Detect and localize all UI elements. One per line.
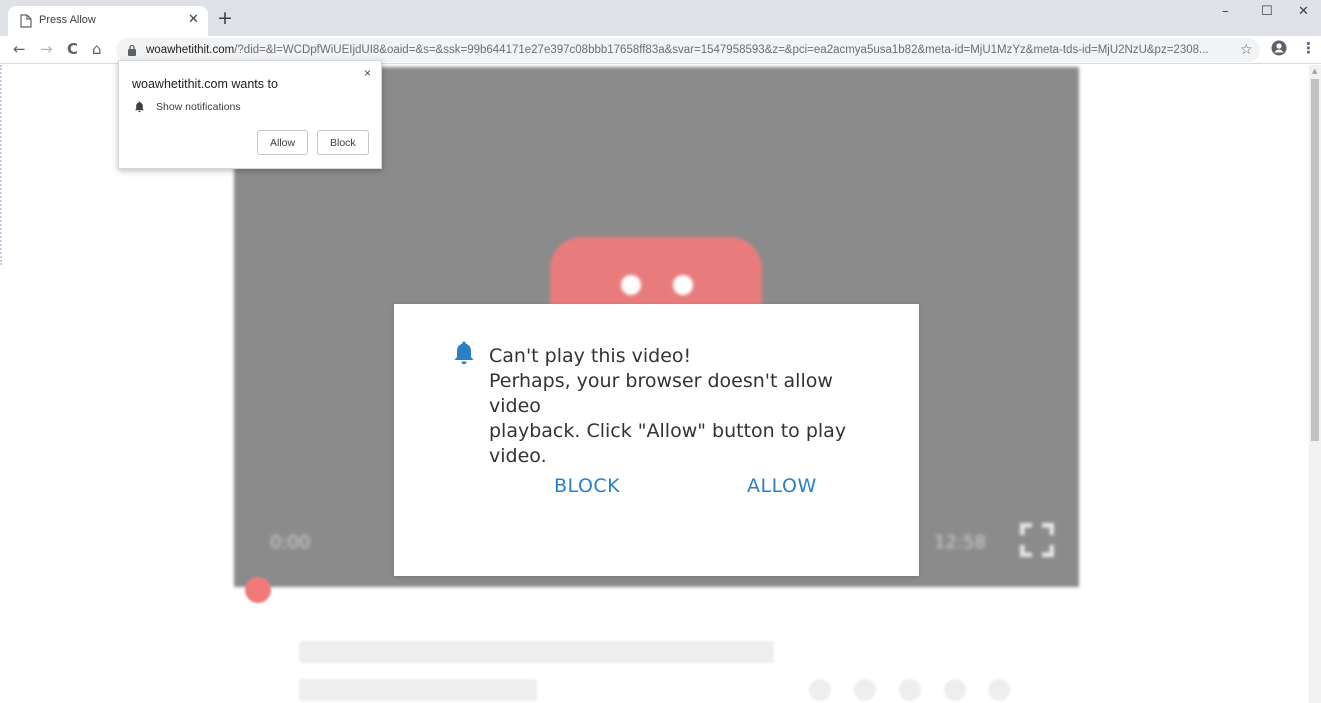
dialog-message-line: Can't play this video! xyxy=(489,345,692,367)
dialog-message: Can't play this video! Perhaps, your bro… xyxy=(489,344,889,469)
dialog-message-line: playback. Click "Allow" button to play xyxy=(489,420,847,442)
tab-strip: Press Allow ✕ + – ☐ ✕ xyxy=(0,0,1321,36)
tab-close-icon[interactable]: ✕ xyxy=(188,12,199,28)
placeholder-dot xyxy=(854,679,876,701)
lock-icon[interactable] xyxy=(127,44,137,56)
placeholder-dot xyxy=(899,679,921,701)
dialog-allow-button[interactable]: ALLOW xyxy=(747,475,817,497)
logo-eye-left xyxy=(621,275,641,295)
dialog-message-line: Perhaps, your browser doesn't allow vide… xyxy=(489,370,833,417)
dialog-block-button[interactable]: BLOCK xyxy=(554,475,620,497)
home-icon[interactable]: ⌂ xyxy=(92,40,102,58)
maximize-icon[interactable]: ☐ xyxy=(1261,3,1273,21)
url-path: /?did=&l=WCDpfWiUEIjdUI8&oaid=&s=&ssk=99… xyxy=(234,44,1209,56)
new-tab-icon[interactable]: + xyxy=(217,8,233,28)
address-bar[interactable]: woawhetithit.com/?did=&l=WCDpfWiUEIjdUI8… xyxy=(116,38,1260,62)
scroll-thumb[interactable] xyxy=(1311,79,1319,441)
placeholder-dot xyxy=(988,679,1010,701)
notification-permission-prompt: woawhetithit.com wants to × Show notific… xyxy=(118,60,382,169)
address-url[interactable]: woawhetithit.com/?did=&l=WCDpfWiUEIjdUI8… xyxy=(146,42,1228,58)
video-progress-handle[interactable] xyxy=(245,577,271,603)
menu-dots-icon[interactable]: ⋮ xyxy=(1301,39,1316,57)
fullscreen-icon[interactable] xyxy=(1020,523,1054,557)
placeholder-dot xyxy=(944,679,966,701)
tab-press-allow[interactable]: Press Allow ✕ xyxy=(8,6,208,36)
dialog-message-line: video. xyxy=(489,445,547,467)
forward-arrow-icon[interactable]: → xyxy=(40,40,53,58)
allow-dialog: Can't play this video! Perhaps, your bro… xyxy=(394,304,919,576)
permission-item: Show notifications xyxy=(156,101,241,113)
url-host: woawhetithit.com xyxy=(146,44,235,56)
permission-title: woawhetithit.com wants to xyxy=(132,77,278,91)
permission-close-icon[interactable]: × xyxy=(364,66,371,80)
window-close-icon[interactable]: ✕ xyxy=(1298,3,1309,21)
left-edge-decoration xyxy=(0,65,3,265)
bell-icon xyxy=(454,341,474,365)
placeholder-dot xyxy=(809,679,831,701)
minimize-icon[interactable]: – xyxy=(1222,3,1229,21)
page-icon xyxy=(20,14,32,28)
permission-allow-button[interactable]: Allow xyxy=(257,130,309,155)
video-time-start: 0:00 xyxy=(270,532,311,553)
placeholder-subtitle-bar xyxy=(299,679,537,701)
placeholder-title-bar xyxy=(299,641,774,663)
video-time-end: 12:58 xyxy=(934,532,986,553)
bookmark-star-icon[interactable]: ☆ xyxy=(1240,41,1253,59)
reload-icon[interactable]: C xyxy=(67,40,78,58)
back-arrow-icon[interactable]: ← xyxy=(13,40,26,58)
tab-title: Press Allow xyxy=(39,14,96,26)
logo-eye-right xyxy=(673,275,693,295)
permission-block-button[interactable]: Block xyxy=(317,130,369,155)
page-scrollbar[interactable]: ▲ xyxy=(1309,65,1321,703)
scroll-up-icon[interactable]: ▲ xyxy=(1312,67,1317,75)
profile-icon[interactable] xyxy=(1271,40,1287,56)
notification-bell-icon xyxy=(135,101,144,113)
